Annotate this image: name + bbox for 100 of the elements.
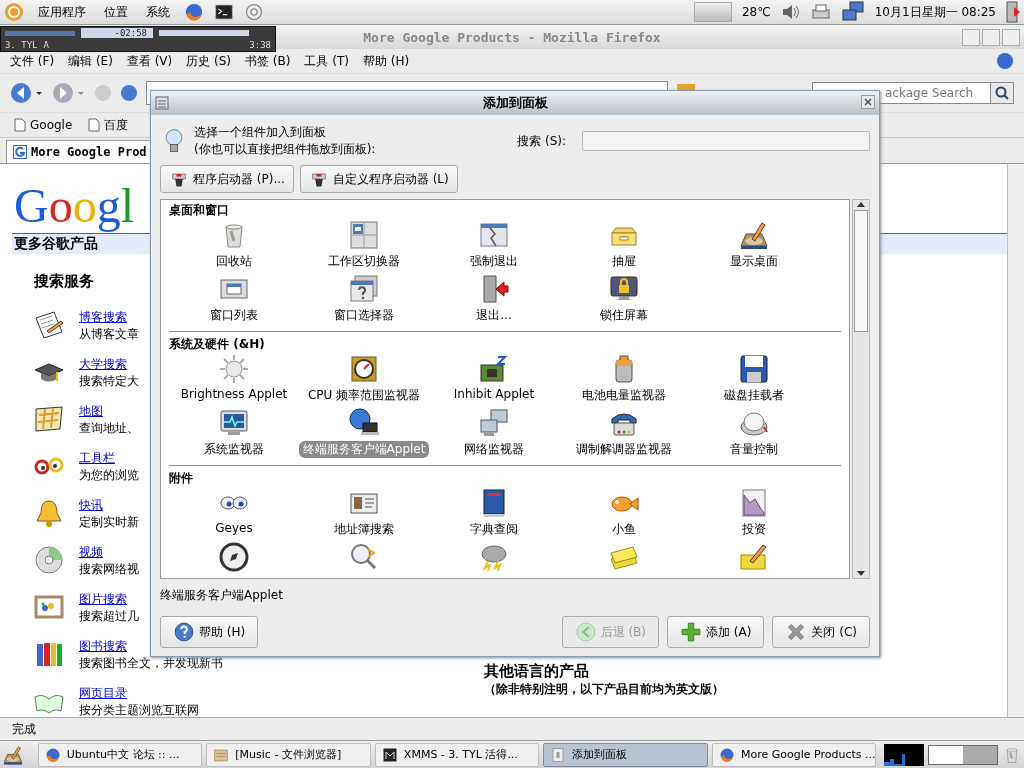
applet-label[interactable]: CPU 频率范围监视器: [303, 387, 425, 404]
lifebuoy-icon[interactable]: [244, 2, 264, 22]
fox-globe-icon: [44, 746, 61, 763]
applet-label[interactable]: 工作区切换器: [324, 253, 404, 270]
applet-label[interactable]: 磁盘挂载者: [720, 387, 788, 404]
logout-icon: [1006, 1, 1020, 23]
other-languages-heading: 其他语言的产品: [484, 662, 590, 681]
fox-globe-icon[interactable]: [184, 2, 204, 22]
track-duration: 3:38: [249, 40, 271, 50]
question-mark-icon: [173, 621, 195, 643]
applet-label[interactable]: 强制退出: [466, 253, 522, 270]
applet-label[interactable]: 网络监视器: [460, 441, 528, 458]
chip-icon[interactable]: [478, 353, 510, 385]
applet-label[interactable]: 音量控制: [726, 441, 782, 458]
menu-item[interactable]: 文件 (F): [10, 52, 55, 70]
compass-icon[interactable]: [218, 541, 250, 573]
search-field[interactable]: [582, 131, 870, 151]
system-monitor-graph: [884, 743, 925, 766]
dialog-button[interactable]: 关闭 (C): [772, 616, 870, 648]
seek-bar[interactable]: [5, 30, 75, 36]
close-button[interactable]: [861, 95, 875, 109]
category-title: 桌面和窗口: [169, 202, 230, 219]
service-link[interactable]: 地图: [79, 404, 103, 418]
category-title: 搜索服务: [34, 272, 94, 291]
terminal-icon[interactable]: [214, 2, 234, 22]
applet-label[interactable]: 电池电量监视器: [578, 387, 670, 404]
applet-label[interactable]: Geyes: [211, 521, 257, 535]
menu-item[interactable]: 书签 (B): [245, 52, 291, 70]
applet-label[interactable]: 调制解调器监视器: [572, 441, 676, 458]
panel-menu[interactable]: 位置: [100, 1, 132, 23]
service-description: 搜索超过几: [79, 608, 139, 625]
temperature: 28℃: [741, 5, 771, 19]
desk-pen-icon[interactable]: [2, 743, 24, 766]
task-button[interactable]: XMMS - 3. TYL 活得...: [374, 742, 540, 767]
panel-window-icon: [550, 746, 567, 763]
service-link[interactable]: 大学搜索: [79, 357, 127, 371]
menu-item[interactable]: 工具 (T): [304, 52, 349, 70]
panel-menu[interactable]: 系统: [142, 1, 174, 23]
launcher-button[interactable]: 自定义程序启动器 (L): [299, 165, 458, 193]
menu-item[interactable]: 查看 (V): [126, 52, 173, 70]
applet-label[interactable]: 回收站: [212, 253, 256, 270]
clock[interactable]: 10月1日星期一 08:25: [874, 3, 996, 21]
computers-icon[interactable]: [478, 407, 510, 439]
service-link[interactable]: 工具栏: [79, 451, 115, 465]
google-logo: Googl: [14, 178, 134, 233]
dialog-title: 添加到面板: [482, 94, 548, 112]
service-link[interactable]: 视频: [79, 545, 103, 559]
scrollbar[interactable]: [1007, 164, 1024, 717]
applet-label[interactable]: 字典查阅: [466, 521, 522, 538]
scrollbar[interactable]: [852, 199, 870, 579]
down-arrow-icon: [856, 570, 866, 578]
xmms-icon: [381, 746, 398, 763]
applet-label[interactable]: 投资: [738, 521, 770, 538]
applet-label[interactable]: 显示桌面: [726, 253, 782, 270]
help-button[interactable]: 帮助 (H): [160, 616, 259, 648]
bookmark-link[interactable]: 百度: [104, 116, 129, 134]
service-description: 查询地址、: [79, 420, 139, 437]
service-link[interactable]: 博客搜索: [79, 310, 127, 324]
category-title: 附件: [169, 470, 194, 487]
instruction-text: 选择一个组件加入到面板: [194, 124, 327, 141]
service-link[interactable]: 图书搜索: [79, 639, 127, 653]
task-button[interactable]: Ubuntu中文 论坛 :: ...: [37, 742, 203, 767]
applet-label[interactable]: 窗口选择器: [330, 307, 398, 324]
applet-label[interactable]: 系统监视器: [200, 441, 268, 458]
task-button[interactable]: 添加到面板: [543, 742, 708, 767]
service-description: 定制实时新: [79, 514, 139, 531]
menu-item[interactable]: 历史 (S): [186, 52, 232, 70]
bookmark-link[interactable]: Google: [30, 118, 73, 132]
window-grid-icon[interactable]: [348, 219, 380, 251]
task-button[interactable]: [Music - 文件浏览器]: [206, 742, 371, 767]
chip-gauge-icon[interactable]: [348, 353, 380, 385]
applet-label[interactable]: 退出...: [472, 307, 516, 324]
panel-menu[interactable]: 应用程序: [34, 1, 90, 23]
service-description: 为您的浏览: [79, 467, 139, 484]
applet-label[interactable]: Brightness Applet: [176, 387, 292, 401]
service-link[interactable]: 图片搜索: [79, 592, 127, 606]
applet-label[interactable]: Inhibit Applet: [449, 387, 539, 401]
category-title: 系统及硬件 (&H): [169, 336, 266, 353]
question-window-icon[interactable]: [348, 273, 380, 305]
status-text: 完成: [12, 720, 36, 738]
ubuntu-logo-icon: [4, 2, 24, 22]
applet-label[interactable]: 地址簿搜索: [330, 521, 398, 538]
search-icon: [995, 86, 1009, 100]
selection-text: 终端服务客户端Applet: [160, 587, 284, 604]
applet-label[interactable]: 小鱼: [608, 521, 640, 538]
launcher-button[interactable]: 程序启动器 (P)...: [160, 165, 294, 193]
task-button[interactable]: More Google Products ...: [711, 742, 877, 767]
fox-globe-icon: [718, 746, 735, 763]
applet-label[interactable]: 锁住屏幕: [596, 307, 652, 324]
workspace-switcher[interactable]: [928, 744, 998, 765]
dialog-button[interactable]: 添加 (A): [667, 616, 765, 648]
applet-label[interactable]: 窗口列表: [206, 307, 262, 324]
service-link[interactable]: 快讯: [79, 498, 103, 512]
printer-icon: [810, 3, 831, 21]
applet-label[interactable]: 抽屉: [608, 253, 640, 270]
service-link[interactable]: 网页目录: [79, 686, 127, 700]
speaker-icon: [780, 3, 801, 21]
menu-item[interactable]: 编辑 (E): [68, 52, 113, 70]
disc-icon: [33, 544, 65, 576]
menu-item[interactable]: 帮助 (H): [363, 52, 410, 70]
